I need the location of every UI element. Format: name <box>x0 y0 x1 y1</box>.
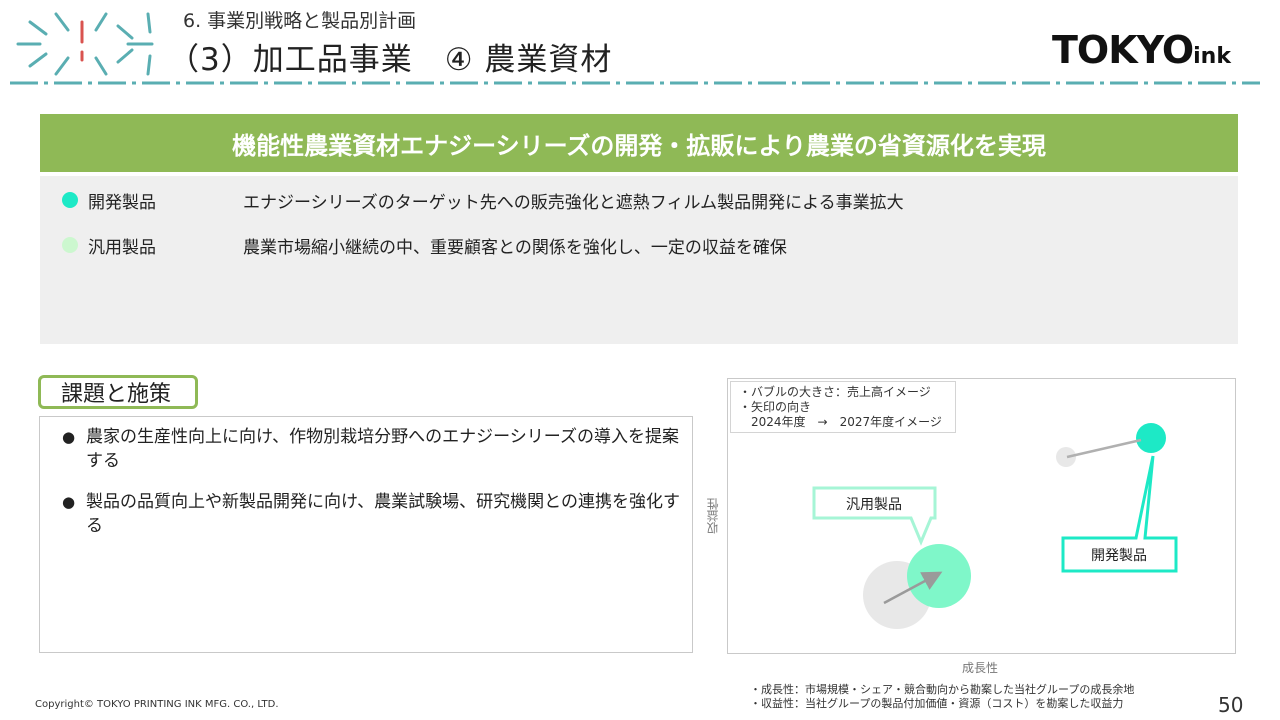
bullet-icon: ● <box>62 493 76 511</box>
chart-footnote: ・収益性：当社グループの製品付加価値・資源（コスト）を勘案した収益力 <box>750 697 1124 710</box>
product-name: 汎用製品 <box>88 237 156 258</box>
product-row-general: 汎用製品 農業市場縮小継続の中、重要顧客との関係を強化し、一定の収益を確保 <box>62 233 787 258</box>
page-number: 50 <box>1218 693 1244 717</box>
header-dashed-divider <box>10 81 1260 85</box>
product-row-development: 開発製品 エナジーシリーズのターゲット先への販売強化と遮熱フィルム製品開発による… <box>62 188 904 213</box>
callout-general-label: 汎用製品 <box>846 497 902 513</box>
callout-development-label: 開発製品 <box>1091 548 1147 564</box>
issue-item: ● 農家の生産性向上に向け、作物別栽培分野へのエナジーシリーズの導入を提案する <box>62 425 686 473</box>
product-description: 農業市場縮小継続の中、重要顧客との関係を強化し、一定の収益を確保 <box>243 237 787 258</box>
brand-main: TOKYO <box>1052 28 1194 72</box>
brand-sub: ink <box>1193 44 1231 69</box>
x-axis-label: 成長性 <box>962 661 999 675</box>
product-name: 開発製品 <box>88 192 156 213</box>
bullet-dot-icon <box>62 237 78 253</box>
bubble-development-2027 <box>1136 423 1166 453</box>
page-title: （3）加工品事業 ④ 農業資材 <box>168 42 613 78</box>
issue-text: 製品の品質向上や新製品開発に向け、農業試験場、研究機関との連携を強化する <box>86 492 680 536</box>
brand-logo: TOKYOink <box>1052 28 1231 72</box>
bullet-icon: ● <box>62 428 76 446</box>
issue-text: 農家の生産性向上に向け、作物別栽培分野へのエナジーシリーズの導入を提案する <box>86 427 679 471</box>
snowflake-logo-icon <box>16 12 154 76</box>
section-subtitle: 6. 事業別戦略と製品別計画 <box>183 10 417 32</box>
bubble-general-2027 <box>907 544 971 608</box>
y-axis-label: 収益性 <box>706 498 720 534</box>
headline-banner: 機能性農業資材エナジーシリーズの開発・拡販により農業の省資源化を実現 <box>40 114 1238 172</box>
issues-heading: 課題と施策 <box>38 375 198 409</box>
issue-item: ● 製品の品質向上や新製品開発に向け、農業試験場、研究機関との連携を強化する <box>62 490 686 538</box>
arrow-development <box>1066 438 1142 459</box>
chart-legend-note: ・バブルの大きさ：売上高イメージ ・矢印の向き 2024年度 → 2027年度イ… <box>730 381 956 433</box>
product-description: エナジーシリーズのターゲット先への販売強化と遮熱フィルム製品開発による事業拡大 <box>243 192 904 213</box>
bullet-dot-icon <box>62 192 78 208</box>
bubble-development-2024 <box>1056 447 1076 467</box>
copyright: Copyright© TOKYO PRINTING INK MFG. CO., … <box>35 699 279 710</box>
